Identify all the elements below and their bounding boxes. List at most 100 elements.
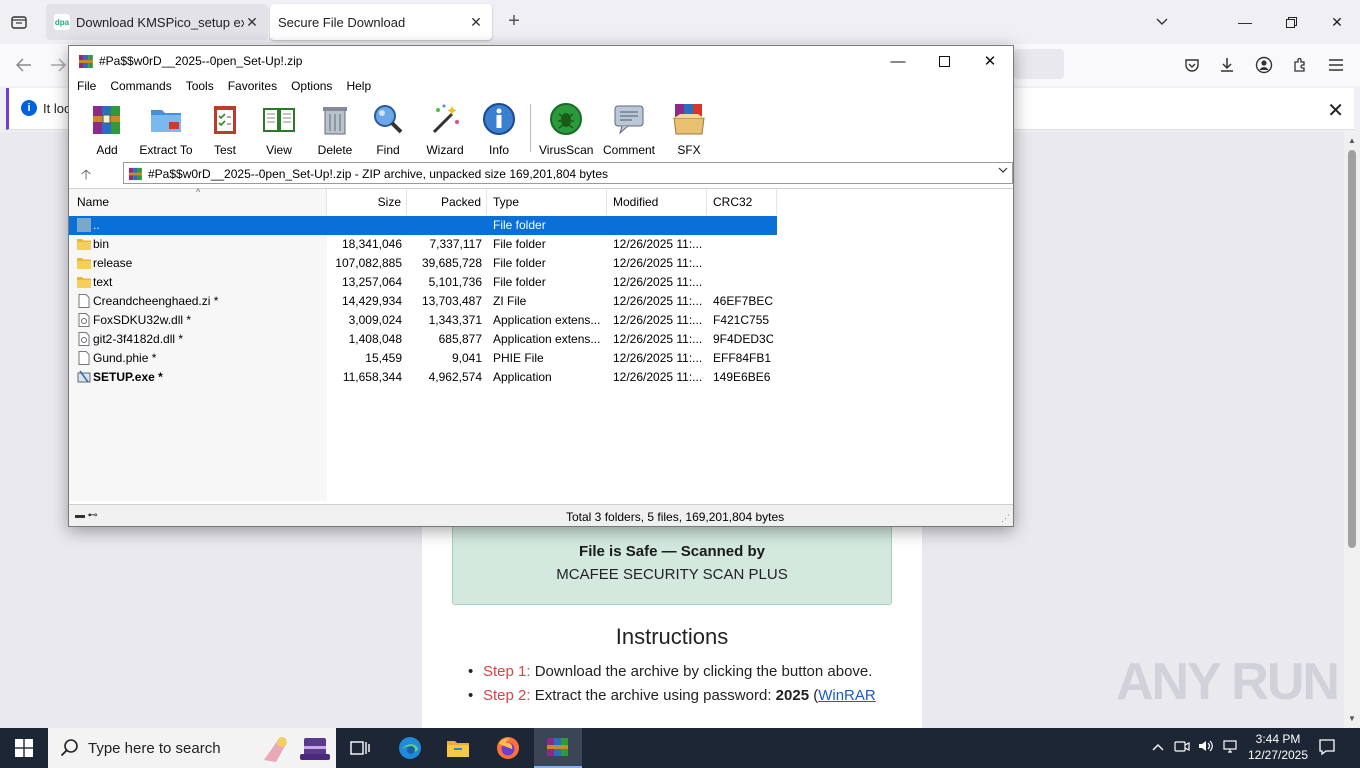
menu-hamburger-icon[interactable] [1324,53,1348,77]
taskbar-clock[interactable]: 3:44 PM 12/27/2025 [1246,731,1310,763]
find-button[interactable]: Find [369,102,407,157]
test-button[interactable]: Test [207,102,243,157]
menu-file[interactable]: File [77,76,96,96]
winrar-taskbar-icon[interactable] [534,728,582,768]
browser-restore-icon[interactable] [1276,8,1306,36]
delete-trash-icon [323,107,347,135]
table-row[interactable]: git2-3f4182d.dll * 1,408,048 685,877 Applic… [69,330,1013,349]
edge-browser-icon[interactable] [386,728,434,768]
comment-button[interactable]: Comment [601,102,657,157]
winrar-close-icon[interactable]: ✕ [967,48,1013,74]
tab-close-icon[interactable]: ✕ [244,14,260,30]
winrar-link[interactable]: WinRAR [818,687,876,704]
winrar-maximize-icon[interactable] [921,48,967,74]
table-row[interactable]: Creandcheenghaed.zi * 14,429,934 13,703,48… [69,292,1013,311]
winrar-minimize-icon[interactable]: — [875,48,921,74]
winrar-app-icon [79,55,93,68]
table-row[interactable]: Gund.phie * 15,459 9,041 PHIE File 12/26/202… [69,349,1013,368]
menu-favorites[interactable]: Favorites [228,76,277,96]
browser-tab-kmspico[interactable]: dpa Download KMSPico_setup exe ✕ [46,4,268,40]
toolbar-label: Test [213,143,236,157]
up-one-level-arrow-icon[interactable]: 🡡 [81,164,91,188]
browser-tab-secure-download[interactable]: Secure File Download ✕ [270,4,492,40]
winrar-titlebar[interactable]: #Pa$$w0rD__2025--0pen_Set-Up!.zip — ✕ [69,46,1013,76]
browser-minimize-icon[interactable]: — [1230,8,1260,36]
cell-size: 1,408,048 [348,332,402,346]
column-header-type[interactable]: Type [487,189,607,215]
column-header-name[interactable]: Name [69,189,327,215]
cell-packed: 7,337,117 [429,237,483,251]
cell-size: 13,257,064 [341,275,402,289]
column-header-crc32[interactable]: CRC32 [707,189,777,215]
notifications-icon[interactable] [1318,738,1336,759]
tab-list-icon[interactable] [8,12,30,32]
back-arrow-icon[interactable] [12,53,36,77]
browser-close-icon[interactable]: ✕ [1322,8,1352,36]
tray-chevron-up-icon[interactable] [1152,739,1164,754]
resize-grip-icon[interactable]: ⋰ [1001,513,1010,524]
table-row[interactable]: FoxSDKU32w.dll * 3,009,024 1,343,371 Applic… [69,311,1013,330]
scrollbar-thumb[interactable] [1348,150,1356,548]
step-label: Step 2: [483,687,531,704]
start-button[interactable] [0,728,48,768]
table-row[interactable]: text 13,257,064 5,101,736 File folder 12/26/… [69,273,1013,292]
urlbar-end[interactable] [1014,49,1064,79]
column-header-packed[interactable]: Packed [407,189,487,215]
menu-commands[interactable]: Commands [110,76,171,96]
table-row[interactable]: .. File folder [69,216,777,235]
firefox-icon[interactable] [484,728,532,768]
cell-packed: 1,343,371 [428,313,482,327]
scroll-up-arrow-icon[interactable]: ▲ [1347,136,1357,145]
info-circle-icon [483,103,515,135]
tab-close-icon[interactable]: ✕ [468,14,484,30]
taskbar-search[interactable]: Type here to search [48,728,336,768]
column-header-modified[interactable]: Modified [607,189,707,215]
cell-crc: F421C755 [713,313,770,327]
column-header-size[interactable]: Size [327,189,407,215]
downloads-icon[interactable] [1215,53,1239,77]
meet-now-icon[interactable] [1174,739,1190,756]
virusscan-button[interactable]: VirusScan [539,102,593,157]
toolbar-label: Extract To [139,143,193,157]
instructions-list: Step 1: Download the archive by clicking… [466,660,906,708]
winrar-window: #Pa$$w0rD__2025--0pen_Set-Up!.zip — ✕ Fi… [68,45,1014,527]
menu-help[interactable]: Help [346,76,371,96]
cell-size: 3,009,024 [348,313,402,327]
scroll-down-arrow-icon[interactable]: ▼ [1347,714,1357,723]
test-clipboard-icon [214,106,236,134]
pocket-icon[interactable] [1180,53,1204,77]
volume-icon[interactable] [1198,739,1214,756]
new-tab-plus-icon[interactable]: + [503,11,525,33]
delete-button[interactable]: Delete [313,102,357,157]
table-row[interactable]: release 107,082,885 39,685,728 File folder 1… [69,254,1013,273]
forward-arrow-icon[interactable] [46,53,70,77]
extensions-icon[interactable] [1288,53,1312,77]
add-button[interactable]: Add [89,102,125,157]
extract-to-button[interactable]: Extract To [137,102,195,157]
cell-crc [713,235,773,254]
wizard-button[interactable]: Wizard [423,102,467,157]
view-button[interactable]: View [257,102,301,157]
cell-type: ZI File [493,294,527,308]
sfx-button[interactable]: SFX [669,102,709,157]
info-button[interactable]: Info [479,102,519,157]
page-scrollbar[interactable]: ▲ ▼ [1344,132,1360,728]
tab-label: Secure File Download [278,14,406,30]
task-view-icon[interactable] [336,728,384,768]
network-icon[interactable] [1222,739,1238,756]
search-highlight-icon [264,737,330,762]
add-archive-icon [93,106,120,134]
path-dropdown-chevron-icon[interactable] [998,166,1008,177]
tab-overflow-chevron-icon[interactable] [1147,8,1177,36]
menu-options[interactable]: Options [291,76,332,96]
cell-size: 15,459 [365,351,402,365]
infobar-close-icon[interactable]: ✕ [1327,98,1344,123]
table-row[interactable]: bin 18,341,046 7,337,117 File folder 12/26/2… [69,235,1013,254]
cell-packed: 4,962,574 [428,370,482,384]
table-row[interactable]: SETUP.exe * 11,658,344 4,962,574 Applicatio… [69,368,1013,387]
file-explorer-icon[interactable] [434,728,482,768]
account-icon[interactable] [1252,53,1276,77]
cell-modified: 12/26/2025 11:... [613,351,703,365]
menu-tools[interactable]: Tools [186,76,214,96]
archive-path-field[interactable]: #Pa$$w0rD__2025--0pen_Set-Up!.zip - ZIP … [123,162,1013,184]
